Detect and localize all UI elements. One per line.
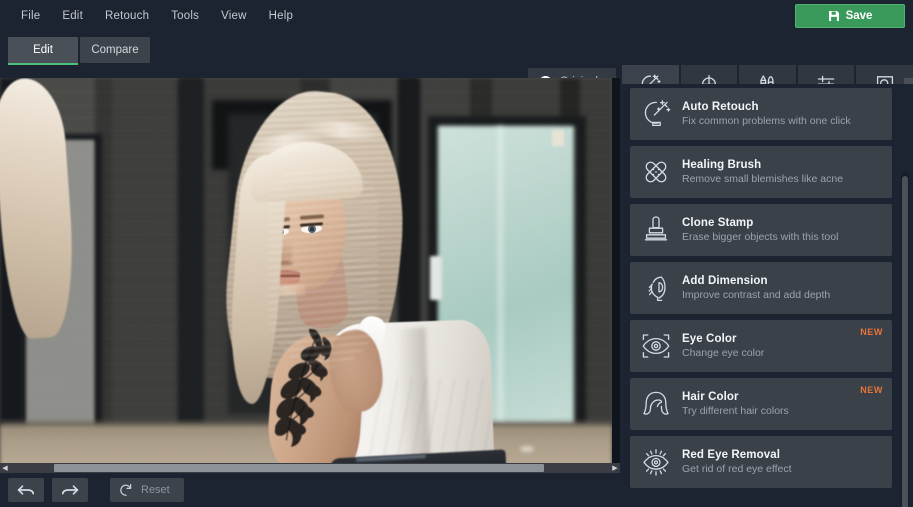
view-mode-tabs: Edit Compare [8,37,150,65]
eye-rays-icon [630,436,682,488]
menu-bar: File Edit Retouch Tools View Help Save [0,0,913,32]
tool-auto-retouch-title: Auto Retouch [682,101,759,113]
undo-arrow-icon [17,483,35,497]
menu-item-file[interactable]: File [10,5,51,27]
crossed-bandage-icon [630,146,682,198]
redo-button[interactable] [52,478,88,502]
retouch-tool-list: Auto Retouch Fix common problems with on… [630,88,892,494]
menu-items: File Edit Retouch Tools View Help [0,5,304,27]
tool-hair-color-text: Hair Color Try different hair colors [682,391,789,417]
redo-arrow-icon [61,483,79,497]
tool-healing-brush-text: Healing Brush Remove small blemishes lik… [682,159,843,185]
sub-toolbar: Edit Compare Original [0,32,913,116]
eye-focus-brackets-icon [630,320,682,372]
tool-add-dimension-subtitle: Improve contrast and add depth [682,289,831,301]
tool-hair-color-new-badge: NEW [860,385,883,395]
menu-item-view[interactable]: View [210,5,258,27]
undo-button[interactable] [8,478,44,502]
tool-add-dimension-title: Add Dimension [682,275,768,287]
tools-panel-scrollbar-thumb[interactable] [902,176,908,507]
tool-hair-color-subtitle: Try different hair colors [682,405,789,417]
menu-item-retouch[interactable]: Retouch [94,5,160,27]
tab-compare[interactable]: Compare [80,37,150,63]
canvas-horizontal-scroll-thumb[interactable] [54,464,544,472]
tool-healing-brush[interactable]: Healing Brush Remove small blemishes lik… [630,146,892,198]
save-button-label: Save [845,10,873,22]
shaded-face-icon [630,262,682,314]
canvas-scroll-right-arrow[interactable]: ▶ [610,464,620,472]
tool-eye-color[interactable]: Eye Color Change eye color NEW [630,320,892,372]
tool-red-eye-removal-title: Red Eye Removal [682,449,781,461]
tool-auto-retouch[interactable]: Auto Retouch Fix common problems with on… [630,88,892,140]
photo-editor-window: File Edit Retouch Tools View Help Save E… [0,0,913,507]
tool-hair-color-title: Hair Color [682,391,739,403]
tool-healing-brush-subtitle: Remove small blemishes like acne [682,173,844,185]
bottom-toolbar: Reset 1:1 [0,473,620,507]
save-button[interactable]: Save [795,4,905,28]
tool-add-dimension-text: Add Dimension Improve contrast and add d… [682,275,830,301]
tab-edit-label: Edit [33,44,53,56]
tool-auto-retouch-subtitle: Fix common problems with one click [682,115,851,127]
tool-clone-stamp-text: Clone Stamp Erase bigger objects with th… [682,217,838,243]
image-canvas[interactable]: ◀ ▶ [0,78,620,473]
tool-healing-brush-title: Healing Brush [682,159,762,171]
menu-item-help[interactable]: Help [258,5,304,27]
reset-button-label: Reset [141,484,170,496]
tool-add-dimension[interactable]: Add Dimension Improve contrast and add d… [630,262,892,314]
photo-subject [0,78,612,465]
tool-eye-color-title: Eye Color [682,333,737,345]
tool-clone-stamp[interactable]: Clone Stamp Erase bigger objects with th… [630,204,892,256]
menu-item-tools[interactable]: Tools [160,5,210,27]
tools-panel: Auto Retouch Fix common problems with on… [622,84,913,507]
tool-eye-color-new-badge: NEW [860,327,883,337]
hairstyle-icon [630,378,682,430]
floppy-save-icon [828,10,840,22]
tool-eye-color-text: Eye Color Change eye color [682,333,764,359]
tab-edit[interactable]: Edit [8,37,78,65]
tab-compare-label: Compare [91,44,139,56]
tool-hair-color[interactable]: Hair Color Try different hair colors NEW [630,378,892,430]
rubber-stamp-icon [630,204,682,256]
face-sparkle-wand-icon [630,88,682,140]
tool-red-eye-removal-subtitle: Get rid of red eye effect [682,463,792,475]
tool-clone-stamp-title: Clone Stamp [682,217,754,229]
edited-photo [0,78,612,465]
subject-hair-sheen [268,168,378,368]
menu-item-edit[interactable]: Edit [51,5,94,27]
tool-auto-retouch-text: Auto Retouch Fix common problems with on… [682,101,851,127]
tool-red-eye-removal-text: Red Eye Removal Get rid of red eye effec… [682,449,792,475]
tool-eye-color-subtitle: Change eye color [682,347,765,359]
subject-hair-front-right [0,78,79,341]
canvas-scroll-left-arrow[interactable]: ◀ [0,464,10,472]
tool-red-eye-removal[interactable]: Red Eye Removal Get rid of red eye effec… [630,436,892,488]
reset-button[interactable]: Reset [110,478,184,502]
tool-clone-stamp-subtitle: Erase bigger objects with this tool [682,231,839,243]
reset-circular-arrow-icon [119,483,133,497]
